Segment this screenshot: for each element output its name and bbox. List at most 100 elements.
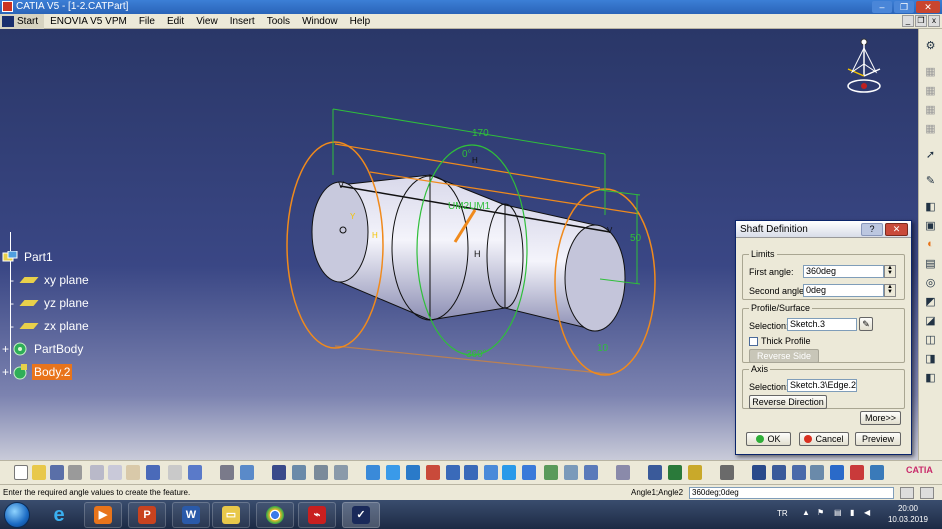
select-arrow-icon[interactable]: ➚ (922, 146, 940, 162)
compass-tool-icon[interactable] (752, 465, 766, 480)
acrobat-icon[interactable]: ⌁ (298, 502, 336, 528)
signal-icon[interactable]: ▮ (850, 508, 854, 517)
rotate-icon[interactable] (426, 465, 440, 480)
expand-icon[interactable]: + (2, 342, 12, 356)
cut-icon[interactable] (90, 465, 104, 480)
menu-item-file[interactable]: File (133, 16, 161, 27)
hide-show-icon[interactable] (564, 465, 578, 480)
fit-all-icon[interactable] (386, 465, 400, 480)
windows-start-button[interactable] (4, 502, 30, 528)
language-indicator[interactable]: TR (777, 509, 788, 518)
thick-profile-checkbox[interactable] (749, 337, 758, 346)
catalog-icon[interactable] (314, 465, 328, 480)
shaft-icon[interactable]: ◐ (922, 236, 940, 252)
doc-restore-button[interactable]: ❐ (915, 15, 927, 27)
menu-item-view[interactable]: View (190, 16, 224, 27)
save-icon[interactable] (50, 465, 64, 480)
word-icon[interactable]: W (172, 502, 210, 528)
second-angle-spinner[interactable]: ▲ ▼ (884, 284, 896, 297)
first-angle-input[interactable]: 360deg (803, 265, 884, 278)
line-tool-icon[interactable]: ▦ (922, 120, 940, 136)
file-explorer-icon[interactable]: ▭ (212, 502, 250, 528)
comment-icon[interactable] (240, 465, 254, 480)
expand-icon[interactable]: + (2, 365, 12, 379)
update-icon[interactable] (688, 465, 702, 480)
open-icon[interactable] (32, 465, 46, 480)
fillet-icon[interactable]: ◩ (922, 293, 940, 309)
shell-icon[interactable]: ◫ (922, 331, 940, 347)
catia-taskbar-icon[interactable]: ✓ (342, 502, 380, 528)
fly-mode-icon[interactable] (366, 465, 380, 480)
network-icon[interactable]: ▤ (834, 508, 842, 517)
table-icon[interactable] (272, 465, 286, 480)
plane-tool-icon[interactable]: ▦ (922, 82, 940, 98)
print-icon[interactable] (68, 465, 82, 480)
cancel-button[interactable]: Cancel (799, 432, 849, 446)
axis-selection-input[interactable]: Sketch.3\Edge.2 (787, 379, 857, 392)
minimize-button[interactable]: – (872, 1, 892, 13)
menu-item-help[interactable]: Help (344, 16, 377, 27)
chrome-icon[interactable] (256, 502, 294, 528)
reverse-direction-button[interactable]: Reverse Direction (749, 395, 827, 409)
instantiate-icon[interactable] (810, 465, 824, 480)
doc-minimize-button[interactable]: _ (902, 15, 914, 27)
hole-icon[interactable]: ◎ (922, 274, 940, 290)
menu-start[interactable]: Start (0, 13, 45, 29)
tree-item-zx-plane[interactable]: - zx plane (2, 314, 91, 337)
sketch-analysis-icon[interactable] (648, 465, 662, 480)
powerpoint-icon[interactable]: P (128, 502, 166, 528)
sketch-edit-icon[interactable]: ✎ (859, 317, 873, 331)
first-angle-spinner[interactable]: ▲ ▼ (884, 265, 896, 278)
analysis-icon[interactable] (616, 465, 630, 480)
groove-icon[interactable]: ▤ (922, 255, 940, 271)
draft-icon[interactable]: ◨ (922, 350, 940, 366)
reverse-side-button[interactable]: Reverse Side (749, 349, 819, 363)
ok-button[interactable]: OK (746, 432, 791, 446)
whats-this-icon[interactable] (188, 465, 202, 480)
thickness-icon[interactable]: ◧ (922, 369, 940, 385)
menu-item-start[interactable]: Start (17, 16, 38, 27)
chamfer-icon[interactable]: ◪ (922, 312, 940, 328)
close-button[interactable]: ✕ (916, 1, 940, 13)
profile-selection-input[interactable]: Sketch.3 (787, 318, 857, 331)
clock[interactable]: 20:00 10.03.2019 (888, 503, 928, 525)
more-button[interactable]: More>> (860, 411, 901, 425)
settings-gear-icon[interactable]: ⚙ (922, 37, 940, 53)
tree-item-partbody[interactable]: + PartBody (2, 337, 91, 360)
copy-icon[interactable] (108, 465, 122, 480)
doc-close-button[interactable]: x (928, 15, 940, 27)
shading-icon[interactable] (544, 465, 558, 480)
menu-item-insert[interactable]: Insert (224, 16, 261, 27)
dialog-help-button[interactable]: ? (861, 223, 883, 236)
camera-icon[interactable] (720, 465, 734, 480)
axis-system-icon[interactable] (792, 465, 806, 480)
restore-button[interactable]: ❐ (894, 1, 914, 13)
menu-item-enovia[interactable]: ENOVIA V5 VPM (44, 16, 133, 27)
apply-material-icon[interactable] (668, 465, 682, 480)
iso-view-icon[interactable] (522, 465, 536, 480)
pan-icon[interactable] (406, 465, 420, 480)
tray-arrow-icon[interactable]: ▲ (802, 508, 810, 517)
tree-item-part1[interactable]: Part1 (2, 245, 91, 268)
preview-button[interactable]: Preview (855, 432, 901, 446)
boolean-icon[interactable] (830, 465, 844, 480)
menu-item-edit[interactable]: Edit (161, 16, 190, 27)
new-icon[interactable] (14, 465, 28, 480)
pocket-icon[interactable]: ▣ (922, 217, 940, 233)
formula-icon[interactable] (220, 465, 234, 480)
tree-item-xy-plane[interactable]: - xy plane (2, 268, 91, 291)
sketch-tool-icon[interactable]: ▦ (922, 63, 940, 79)
pad-icon[interactable]: ◧ (922, 198, 940, 214)
zoom-in-icon[interactable] (446, 465, 460, 480)
zoom-out-icon[interactable] (464, 465, 478, 480)
swap-space-icon[interactable] (584, 465, 598, 480)
command-input[interactable]: 360deg;0deg (689, 487, 894, 499)
undo-icon[interactable] (146, 465, 160, 480)
menu-item-window[interactable]: Window (296, 16, 344, 27)
input-mode-icon[interactable] (920, 487, 934, 499)
flag-icon[interactable]: ⚑ (817, 508, 824, 517)
multi-view-icon[interactable] (502, 465, 516, 480)
internet-explorer-icon[interactable]: e (40, 502, 78, 528)
tree-item-yz-plane[interactable]: - yz plane (2, 291, 91, 314)
measure-icon[interactable] (334, 465, 348, 480)
